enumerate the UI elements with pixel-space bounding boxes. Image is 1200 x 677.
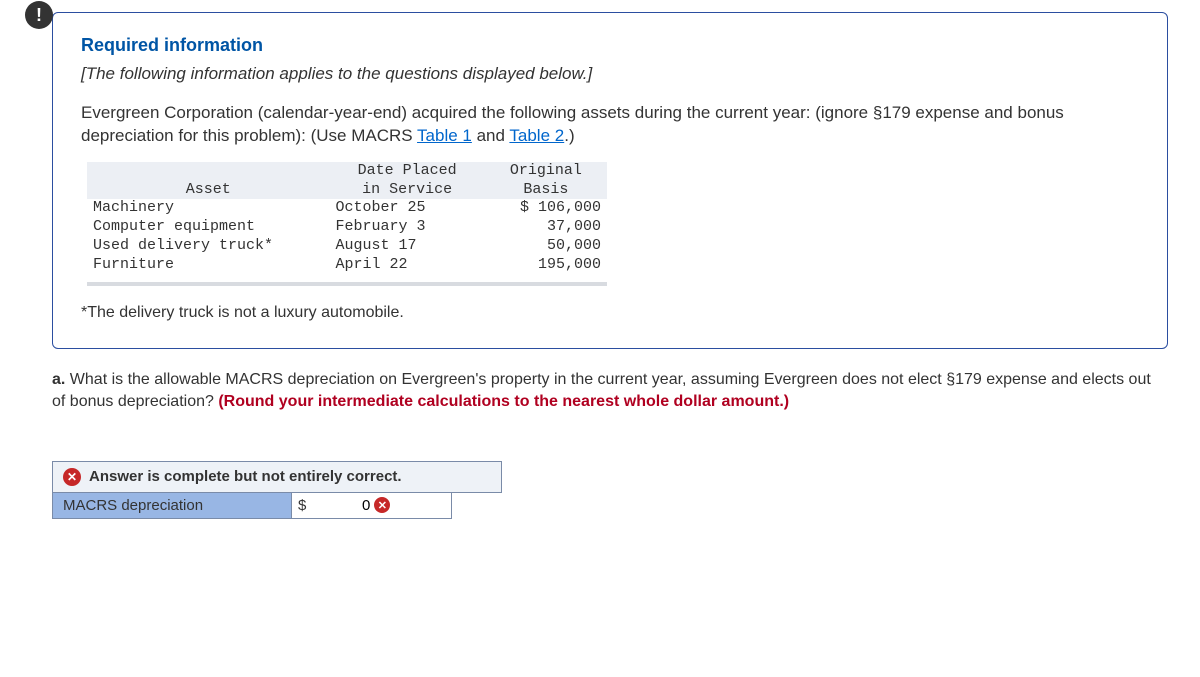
cell-asset: Furniture — [87, 256, 330, 275]
x-icon: ✕ — [63, 468, 81, 486]
cell-date: February 3 — [330, 218, 485, 237]
problem-description: Evergreen Corporation (calendar-year-end… — [81, 102, 1139, 148]
link-table1[interactable]: Table 1 — [417, 126, 472, 145]
cell-asset: Computer equipment — [87, 218, 330, 237]
table-header-row: Asset Date Placedin Service OriginalBasi… — [87, 162, 607, 200]
cell-basis: 50,000 — [485, 237, 607, 256]
answer-status-text: Answer is complete but not entirely corr… — [89, 468, 402, 485]
question-a: a. What is the allowable MACRS depreciat… — [52, 369, 1168, 518]
intro-text-post: .) — [564, 126, 574, 145]
answer-row: MACRS depreciation $ ✕ — [52, 493, 502, 519]
rounding-instruction: (Round your intermediate calculations to… — [218, 393, 789, 410]
intro-text-mid: and — [472, 126, 510, 145]
question-text: a. What is the allowable MACRS depreciat… — [52, 369, 1168, 412]
table-row: Furniture April 22 195,000 — [87, 256, 607, 275]
cell-basis: 37,000 — [485, 218, 607, 237]
cell-basis: 195,000 — [485, 256, 607, 275]
answer-status-banner: ✕ Answer is complete but not entirely co… — [52, 461, 502, 493]
alert-icon: ! — [25, 1, 53, 29]
table-scrollbar[interactable] — [87, 282, 607, 286]
x-icon: ✕ — [374, 497, 390, 513]
col-header-date: Date Placedin Service — [330, 162, 485, 200]
required-info-title: Required information — [81, 35, 1139, 56]
table-row: Used delivery truck* August 17 50,000 — [87, 237, 607, 256]
preface-text: [The following information applies to th… — [81, 64, 1139, 84]
cell-date: October 25 — [330, 199, 485, 218]
col-header-basis: OriginalBasis — [485, 162, 607, 200]
question-label: a. — [52, 371, 65, 388]
table-row: Machinery October 25 $ 106,000 — [87, 199, 607, 218]
cell-asset: Machinery — [87, 199, 330, 218]
footnote: *The delivery truck is not a luxury auto… — [81, 304, 1139, 322]
link-table2[interactable]: Table 2 — [509, 126, 564, 145]
required-info-box: ! Required information [The following in… — [52, 12, 1168, 349]
cell-asset: Used delivery truck* — [87, 237, 330, 256]
cell-date: April 22 — [330, 256, 485, 275]
answer-label: MACRS depreciation — [52, 493, 292, 519]
col-header-asset: Asset — [87, 162, 330, 200]
table-row: Computer equipment February 3 37,000 — [87, 218, 607, 237]
macrs-depreciation-input[interactable] — [310, 497, 370, 514]
cell-date: August 17 — [330, 237, 485, 256]
currency-symbol: $ — [298, 497, 306, 514]
cell-basis: $ 106,000 — [485, 199, 607, 218]
answer-input-cell: $ ✕ — [292, 493, 452, 519]
asset-table: Asset Date Placedin Service OriginalBasi… — [87, 162, 607, 275]
